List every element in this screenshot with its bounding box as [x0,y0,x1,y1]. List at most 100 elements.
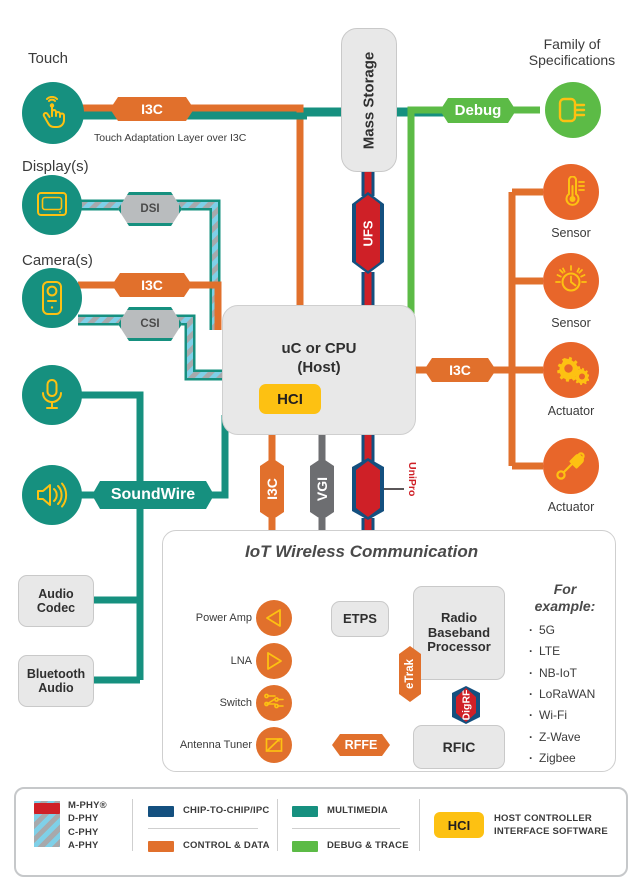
legend-phy-item: D-PHY [68,813,99,825]
microphone-node[interactable] [22,365,82,425]
power-amp-node[interactable] [256,600,292,636]
bluetooth-audio-block[interactable]: Bluetooth Audio [18,655,94,707]
touch-node[interactable] [22,82,84,144]
display-node[interactable] [22,175,82,235]
microphone-icon [42,379,62,409]
lna-label: LNA [230,655,252,667]
wireless-example-item: LTE [529,641,595,662]
soundwire-connector[interactable]: SoundWire [92,481,214,509]
rffe-connector[interactable]: RFFE [332,734,390,756]
touch-adaptation-note: Touch Adaptation Layer over I3C [94,132,247,144]
touch-label: Touch [28,50,69,67]
debug-connector-icon [558,97,586,123]
i3c-host-connector[interactable]: I3C [260,458,284,520]
i3c-sensors-connector[interactable]: I3C [424,358,496,382]
iot-title: IoT Wireless Communication [245,542,479,561]
etrak-connector[interactable]: eTrak [399,646,421,702]
camera-node[interactable] [22,268,82,328]
rfic-block[interactable]: RFIC [413,725,505,769]
antenna-tuner-icon [265,737,283,752]
legend-divider-2 [277,799,278,851]
ufs-label: UFS [360,220,376,246]
touch-icon [42,96,65,128]
host-title-line2: (Host) [297,358,341,376]
wireless-example-item: Z-Wave [529,727,595,748]
speaker-icon [37,482,68,508]
baseband-line2: Baseband [427,624,491,640]
legend-phy-item: M-PHY® [68,800,107,811]
mass-storage-block[interactable]: Mass Storage [341,28,397,172]
sensor-node-1[interactable] [543,164,599,220]
etps-block[interactable]: ETPS [331,601,389,637]
power-amp-icon [266,609,281,627]
audio-codec-line1: Audio [38,586,74,601]
i3c-camera-label: I3C [141,277,163,293]
legend-phy-list: M-PHY® D-PHY C-PHY A-PHY [68,799,107,853]
debug-trace-label: DEBUG & TRACE [327,840,409,851]
legend-divider-1 [132,799,133,851]
switch-label: Switch [219,697,252,709]
actuator-label-1: Actuator [547,404,595,418]
control-data-label: CONTROL & DATA [183,840,270,851]
i3c-host-label: I3C [263,478,280,500]
hci-text-line1: HOST CONTROLLER [494,813,592,824]
sensor-label-1: Sensor [551,226,591,240]
diagram-canvas: Touch I3C Touch Adaptation Layer over I3… [0,0,640,889]
legend-hr-2 [292,828,400,829]
lna-node[interactable] [256,643,292,679]
wireless-examples-list: 5GLTENB-IoTLoRaWANWi-FiZ-WaveZigbee [529,620,595,770]
switch-node[interactable] [256,685,292,721]
antenna-tuner-label: Antenna Tuner [179,739,252,751]
vgi-label: VGI [314,476,330,502]
wireless-example-item: Zigbee [529,748,595,769]
unipro-connector[interactable] [356,461,380,517]
legend-hci-badge: HCI [434,812,484,838]
csi-label: CSI [140,318,160,330]
rfic-label: RFIC [442,738,476,755]
lna-icon [267,652,282,670]
actuator-node-2[interactable] [543,438,599,494]
host-cpu-block[interactable]: uC or CPU (Host) HCI [222,305,416,435]
display-icon [37,192,67,216]
debug-node[interactable] [545,82,601,138]
vgi-connector[interactable]: VGI [310,458,334,520]
baseband-line3: Processor [427,639,491,655]
etps-label: ETPS [343,610,377,626]
hci-text-line2: INTERFACE SOFTWARE [494,826,608,838]
light-sensor-icon [555,265,587,292]
actuator-node-1[interactable] [543,342,599,398]
debug-trace-swatch [292,841,318,852]
chip-to-chip-label: CHIP-TO-CHIP/IPC [183,805,270,816]
camera-icon [42,281,62,315]
dsi-connector[interactable]: DSI [118,192,182,226]
digrf-label: DigRF [460,689,473,721]
rffe-label: RFFE [344,738,378,752]
gears-icon [557,356,589,385]
i3c-touch-connector[interactable]: I3C [110,97,194,121]
soundwire-label: SoundWire [110,486,196,503]
debug-connector[interactable]: Debug [440,98,516,123]
i3c-camera-connector[interactable]: I3C [112,273,192,297]
family-of-specifications-label: Family of Specifications [512,36,632,68]
sensor-label-2: Sensor [551,316,591,330]
chip-to-chip-swatch [148,806,174,817]
csi-connector[interactable]: CSI [118,307,182,341]
ufs-connector[interactable]: UFS [356,195,380,271]
wireless-example-item: NB-IoT [529,663,595,684]
i3c-touch-label: I3C [141,101,163,117]
control-data-swatch [148,841,174,852]
etrak-label: eTrak [404,658,416,690]
legend-hr-1 [148,828,258,829]
display-label: Display(s) [22,158,89,175]
audio-codec-block[interactable]: Audio Codec [18,575,94,627]
speaker-node[interactable] [22,465,82,525]
baseband-line1: Radio [440,609,478,625]
hci-badge[interactable]: HCI [259,384,321,414]
multimedia-label: MULTIMEDIA [327,805,388,816]
baseband-block[interactable]: Radio Baseband Processor [413,586,505,680]
sensor-node-2[interactable] [543,253,599,309]
rf-switch-icon [264,693,284,709]
host-title-line1: uC or CPU [281,340,357,357]
bluetooth-line1: Bluetooth [26,666,86,681]
antenna-tuner-node[interactable] [256,727,292,763]
